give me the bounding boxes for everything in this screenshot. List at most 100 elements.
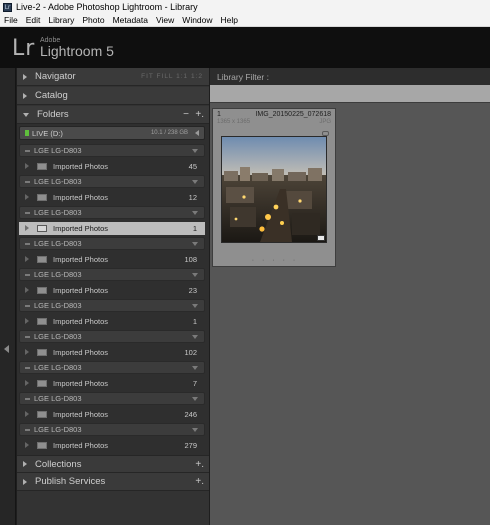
folder-expand-icon[interactable] [25,194,29,200]
volume-size: 10.1 / 238 GB [150,130,188,136]
remove-folder-button[interactable]: − [183,109,189,120]
expand-triangle-icon[interactable] [23,73,27,80]
product-name: Lightroom 5 [40,43,114,59]
folder-expand-icon[interactable] [25,225,29,231]
device-row[interactable]: LGE LG-D803 [19,206,205,219]
device-name: LGE LG-D803 [34,425,82,434]
folder-name: Imported Photos [53,440,109,450]
lr-logo: Lr [12,36,36,61]
photo-thumbnail[interactable] [221,136,327,243]
navigator-zoom-options[interactable]: FIT FILL 1:1 1:2 [141,73,203,80]
folder-expand-icon[interactable] [25,163,29,169]
library-filter-label: Library Filter : [217,72,269,82]
device-expand-icon[interactable] [192,427,198,432]
device-icon [25,366,30,369]
collapse-left-arrow-icon[interactable] [4,345,9,353]
menu-metadata[interactable]: Metadata [109,14,152,26]
device-expand-icon[interactable] [192,334,198,339]
device-icon [25,304,30,307]
folder-expand-icon[interactable] [25,442,29,448]
library-filter-bar[interactable]: Library Filter : [210,68,490,85]
device-row[interactable]: LGE LG-D803 [19,299,205,312]
add-publish-service-button[interactable]: +. [195,476,204,487]
folder-expand-icon[interactable] [25,318,29,324]
expand-triangle-icon[interactable] [23,478,27,485]
add-folder-button[interactable]: +. [195,109,204,120]
folder-row[interactable]: Imported Photos 1 [19,221,205,235]
folder-icon [37,162,47,170]
menu-view[interactable]: View [152,14,178,26]
device-expand-icon[interactable] [192,272,198,277]
folder-photo-count: 246 [184,409,197,419]
volume-status-led-icon [25,130,29,136]
folder-expand-icon[interactable] [25,349,29,355]
folder-row[interactable]: Imported Photos 23 [19,284,205,297]
folder-name: Imported Photos [53,409,109,419]
folder-row[interactable]: Imported Photos 279 [19,439,205,452]
menu-help[interactable]: Help [217,14,242,26]
metadata-badge-icon[interactable] [317,235,325,241]
menu-photo[interactable]: Photo [78,14,108,26]
identity-plate: Lr Adobe Lightroom 5 [0,27,490,68]
folders-panel-header[interactable]: Folders − +. [17,106,209,124]
menu-library[interactable]: Library [44,14,78,26]
device-expand-icon[interactable] [192,303,198,308]
folder-name: Imported Photos [53,223,109,233]
device-name: LGE LG-D803 [34,146,82,155]
device-name: LGE LG-D803 [34,239,82,248]
volume-header[interactable]: LIVE (D:) 10.1 / 238 GB [19,126,205,140]
device-row[interactable]: LGE LG-D803 [19,175,205,188]
device-name: LGE LG-D803 [34,177,82,186]
device-icon [25,211,30,214]
folder-row[interactable]: Imported Photos 246 [19,408,205,421]
folder-row[interactable]: Imported Photos 12 [19,191,205,204]
volume-collapse-icon[interactable] [195,130,199,136]
device-name: LGE LG-D803 [34,332,82,341]
lightroom-app-icon[interactable]: Lr [3,2,12,12]
folder-row[interactable]: Imported Photos 7 [19,377,205,390]
device-icon [25,180,30,183]
folder-row[interactable]: Imported Photos 45 [19,160,205,173]
folder-row[interactable]: Imported Photos 108 [19,253,205,266]
folder-expand-icon[interactable] [25,256,29,262]
device-row[interactable]: LGE LG-D803 [19,330,205,343]
folder-row[interactable]: Imported Photos 1 [19,315,205,328]
device-expand-icon[interactable] [192,365,198,370]
menu-window[interactable]: Window [178,14,216,26]
left-panel-edge[interactable] [0,68,16,525]
device-row[interactable]: LGE LG-D803 [19,144,205,157]
folder-photo-count: 45 [188,161,197,171]
device-name: LGE LG-D803 [34,394,82,403]
device-expand-icon[interactable] [192,148,198,153]
device-row[interactable]: LGE LG-D803 [19,268,205,281]
photo-thumbnail-image [222,137,326,242]
device-expand-icon[interactable] [192,210,198,215]
device-icon [25,149,30,152]
folder-expand-icon[interactable] [25,411,29,417]
folder-expand-icon[interactable] [25,380,29,386]
expand-triangle-icon[interactable] [23,92,27,99]
device-expand-icon[interactable] [192,241,198,246]
device-expand-icon[interactable] [192,179,198,184]
navigator-panel-header[interactable]: Navigator FIT FILL 1:1 1:2 [17,68,209,86]
add-collection-button[interactable]: +. [195,459,204,470]
expand-triangle-icon[interactable] [23,461,27,467]
rating-dots[interactable]: · · · · · [213,257,337,264]
cell-filename: IMG_20150225_072618 [255,111,331,118]
device-expand-icon[interactable] [192,396,198,401]
folder-icon [37,441,47,449]
device-row[interactable]: LGE LG-D803 [19,423,205,436]
menu-edit[interactable]: Edit [22,14,45,26]
collections-panel-header[interactable]: Collections +. [17,455,209,473]
grid-cell[interactable]: 1 IMG_20150225_072618 1365 x 1365 JPG · … [212,108,336,267]
device-row[interactable]: LGE LG-D803 [19,237,205,250]
collapse-triangle-icon[interactable] [23,112,29,117]
menu-file[interactable]: File [0,14,22,26]
device-icon [25,397,30,400]
device-row[interactable]: LGE LG-D803 [19,361,205,374]
catalog-panel-header[interactable]: Catalog [17,87,209,105]
publish-services-panel-header[interactable]: Publish Services +. [17,473,209,491]
device-row[interactable]: LGE LG-D803 [19,392,205,405]
folder-row[interactable]: Imported Photos 102 [19,346,205,359]
folder-expand-icon[interactable] [25,287,29,293]
